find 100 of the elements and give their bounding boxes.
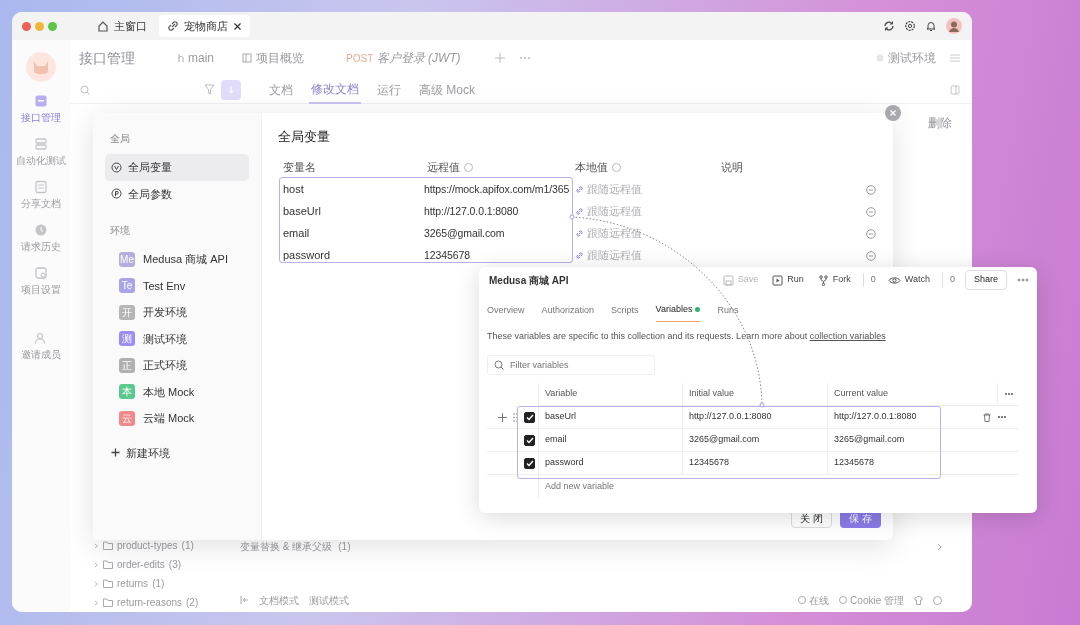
folder-name[interactable]: returns: [117, 576, 149, 591]
close-dialog-button[interactable]: [885, 105, 901, 121]
inherit-label[interactable]: 变量替换 & 继承父级: [240, 538, 333, 554]
delete-action[interactable]: 删除: [928, 114, 952, 132]
tab[interactable]: Scripts: [611, 297, 639, 322]
environment-name[interactable]: 测试环境: [143, 330, 187, 347]
folder-name[interactable]: order-edits: [117, 557, 165, 572]
chevron-icon[interactable]: [937, 542, 942, 551]
new-variable-field[interactable]: Add new variable: [545, 479, 675, 494]
close-window-button[interactable]: [22, 21, 31, 31]
more-icon[interactable]: [1017, 278, 1029, 282]
search-icon: [494, 360, 504, 370]
environment-name[interactable]: Medusa 商城 API: [143, 251, 228, 268]
remove-icon[interactable]: [866, 206, 876, 217]
tab[interactable]: Runs: [717, 297, 739, 322]
cookie-link[interactable]: Cookie 管理: [850, 592, 904, 608]
environment-name[interactable]: 本地 Mock: [143, 383, 195, 400]
checkbox[interactable]: [524, 411, 535, 423]
local-value-field[interactable]: 跟随远程值: [575, 225, 642, 242]
environment-badge: 开: [119, 304, 135, 320]
mode-tab[interactable]: 文档模式: [259, 592, 299, 608]
branch-selector[interactable]: main: [188, 49, 214, 67]
chevron-icon: [94, 561, 99, 568]
local-value-field[interactable]: 跟随远程值: [575, 247, 642, 264]
sidebar-item[interactable]: 全局变量: [105, 154, 249, 181]
zoom-window-button[interactable]: [48, 21, 57, 31]
filter-field[interactable]: Filter variables: [487, 355, 655, 375]
more-icon[interactable]: [1004, 392, 1014, 396]
import-button[interactable]: [221, 79, 241, 100]
local-value-field[interactable]: 跟随远程值: [575, 181, 642, 198]
mode-tab[interactable]: 测试模式: [309, 592, 349, 608]
environment-name[interactable]: 云端 Mock: [143, 410, 195, 427]
remove-icon[interactable]: [866, 184, 876, 195]
tab[interactable]: Authorization: [541, 297, 595, 322]
column-header: 本地值: [575, 160, 608, 176]
doc-tab[interactable]: 文档: [267, 76, 295, 103]
search-icon[interactable]: [80, 84, 90, 95]
variable-name: email: [545, 433, 567, 447]
panel-icon[interactable]: [950, 85, 960, 96]
window-tab[interactable]: 主窗口: [89, 14, 155, 38]
doc-tab[interactable]: 高级 Mock: [417, 76, 477, 103]
remove-icon[interactable]: [866, 228, 876, 239]
nav-item[interactable]: 请求历史: [21, 223, 61, 254]
status-dot-icon: [695, 307, 701, 313]
chevron-icon: [94, 542, 99, 549]
overview-tab[interactable]: 项目概览: [256, 49, 304, 67]
avatar-icon[interactable]: [946, 18, 962, 34]
chevron-icon: [94, 580, 99, 587]
list-icon: [34, 137, 48, 151]
action-button[interactable]: Watch: [885, 271, 932, 289]
nav-item[interactable]: 项目设置: [21, 266, 61, 297]
new-environment-button[interactable]: 新建环境: [105, 439, 249, 466]
close-icon[interactable]: [233, 21, 242, 31]
folder-name[interactable]: return-reasons: [117, 595, 183, 610]
share-button[interactable]: Share: [964, 270, 1007, 290]
environment-selector[interactable]: 测试环境: [888, 49, 936, 67]
collection-variables-link[interactable]: collection variables: [809, 330, 886, 341]
remove-icon[interactable]: [866, 250, 876, 261]
count-label: 0: [941, 273, 955, 287]
sidebar-item[interactable]: 全局参数: [105, 180, 249, 207]
trash-icon[interactable]: [983, 412, 991, 422]
checkbox[interactable]: [524, 457, 535, 469]
nav-item[interactable]: 分享文档: [21, 180, 61, 211]
tab-label: 宠物商店: [184, 18, 228, 34]
nav-item[interactable]: 邀请成员: [21, 331, 61, 362]
request-tab[interactable]: POST 客户登录 (JWT): [346, 49, 461, 67]
tab[interactable]: Variables: [655, 297, 701, 322]
window-tab[interactable]: 宠物商店: [159, 14, 250, 38]
local-value-field[interactable]: 跟随远程值: [575, 203, 642, 220]
minimize-window-button[interactable]: [35, 21, 44, 31]
more-icon[interactable]: [997, 415, 1007, 419]
bell-icon[interactable]: [925, 20, 937, 32]
online-status[interactable]: 在线: [809, 592, 830, 608]
checkbox[interactable]: [524, 434, 535, 446]
shirt-icon[interactable]: [914, 595, 923, 605]
tab[interactable]: Overview: [487, 297, 525, 322]
variable-value: 3265@gmail.com: [424, 225, 505, 241]
action-button[interactable]: Fork: [815, 271, 853, 289]
help-icon[interactable]: [933, 595, 942, 605]
drag-handle-icon[interactable]: [513, 412, 518, 422]
nav-label: 分享文档: [21, 197, 61, 211]
environment-name[interactable]: Test Env: [143, 277, 186, 294]
nav-item[interactable]: 接口管理: [21, 94, 61, 125]
count-label: 0: [862, 273, 876, 287]
filter-icon[interactable]: [204, 84, 215, 95]
nav-item[interactable]: 自动化测试: [16, 137, 66, 168]
environment-name[interactable]: 正式环境: [143, 357, 187, 374]
check-icon: [525, 436, 534, 444]
add-icon[interactable]: [498, 412, 507, 422]
chevron-icon: [94, 599, 99, 606]
more-icon[interactable]: [518, 56, 531, 60]
collapse-icon[interactable]: [240, 596, 249, 604]
action-button[interactable]: Run: [770, 271, 806, 289]
doc-tab[interactable]: 修改文档: [309, 75, 361, 104]
home-icon: [97, 20, 109, 32]
folder-name[interactable]: product-types: [117, 538, 178, 553]
doc-tab[interactable]: 运行: [375, 76, 403, 103]
environment-name[interactable]: 开发环境: [143, 304, 187, 321]
refresh-icon[interactable]: [883, 20, 895, 32]
variable-name: host: [283, 182, 304, 198]
